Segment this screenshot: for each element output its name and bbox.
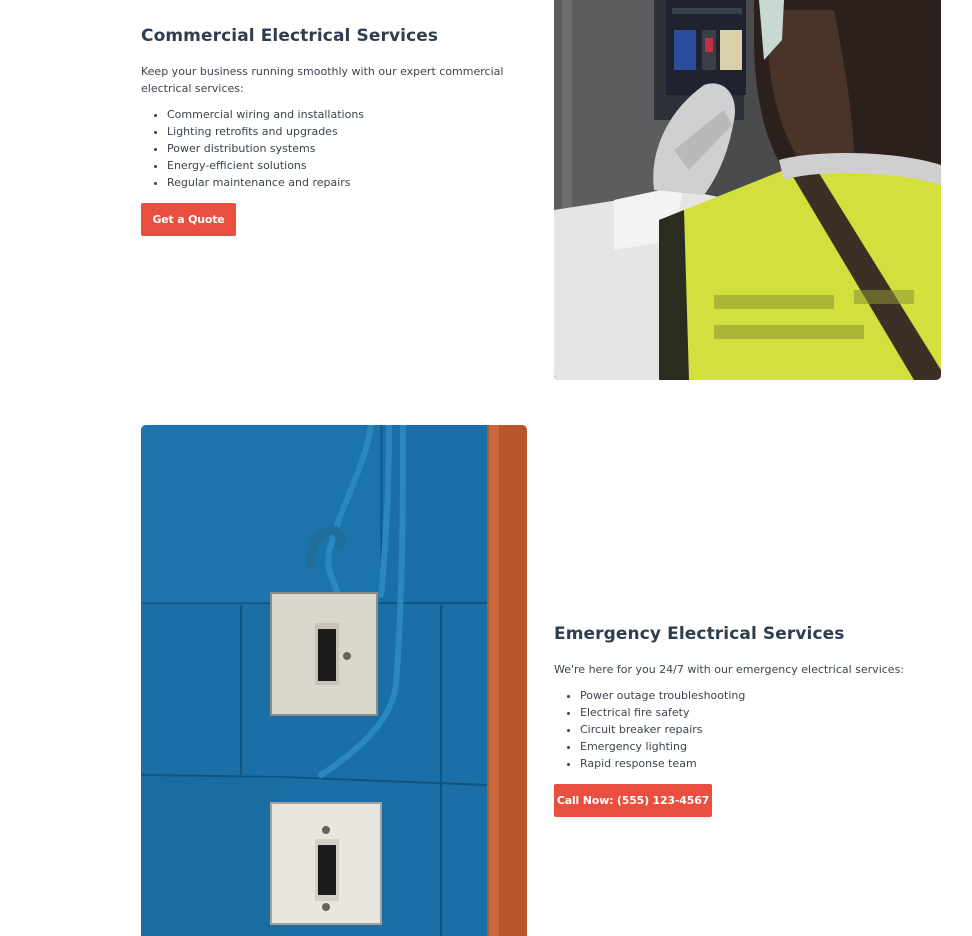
electrician-at-panel-photo	[554, 0, 941, 380]
commercial-services-list: Commercial wiring and installations Ligh…	[141, 106, 531, 191]
list-item: Regular maintenance and repairs	[167, 174, 531, 191]
list-item: Circuit breaker repairs	[580, 721, 944, 738]
commercial-services-intro: Keep your business running smoothly with…	[141, 65, 504, 95]
get-a-quote-button[interactable]: Get a Quote	[141, 203, 236, 236]
list-item: Emergency lighting	[580, 738, 944, 755]
list-item: Lighting retrofits and upgrades	[167, 123, 531, 140]
services-page: Commercial Electrical Services Keep your…	[0, 0, 972, 936]
call-now-button[interactable]: Call Now: (555) 123-4567	[554, 784, 712, 817]
emergency-services-section: Emergency Electrical Services We're here…	[554, 624, 944, 817]
commercial-services-title: Commercial Electrical Services	[141, 26, 439, 46]
list-item: Power outage troubleshooting	[580, 687, 944, 704]
emergency-services-list: Power outage troubleshooting Electrical …	[554, 687, 944, 772]
light-switches-photo	[141, 425, 527, 936]
list-item: Energy-efficient solutions	[167, 157, 531, 174]
list-item: Power distribution systems	[167, 140, 531, 157]
commercial-services-section: Commercial Electrical Services Keep your…	[141, 26, 531, 236]
list-item: Rapid response team	[580, 755, 944, 772]
emergency-services-intro: We're here for you 24/7 with our emergen…	[554, 663, 905, 676]
list-item: Commercial wiring and installations	[167, 106, 531, 123]
list-item: Electrical fire safety	[580, 704, 944, 721]
emergency-services-title: Emergency Electrical Services	[554, 624, 845, 644]
